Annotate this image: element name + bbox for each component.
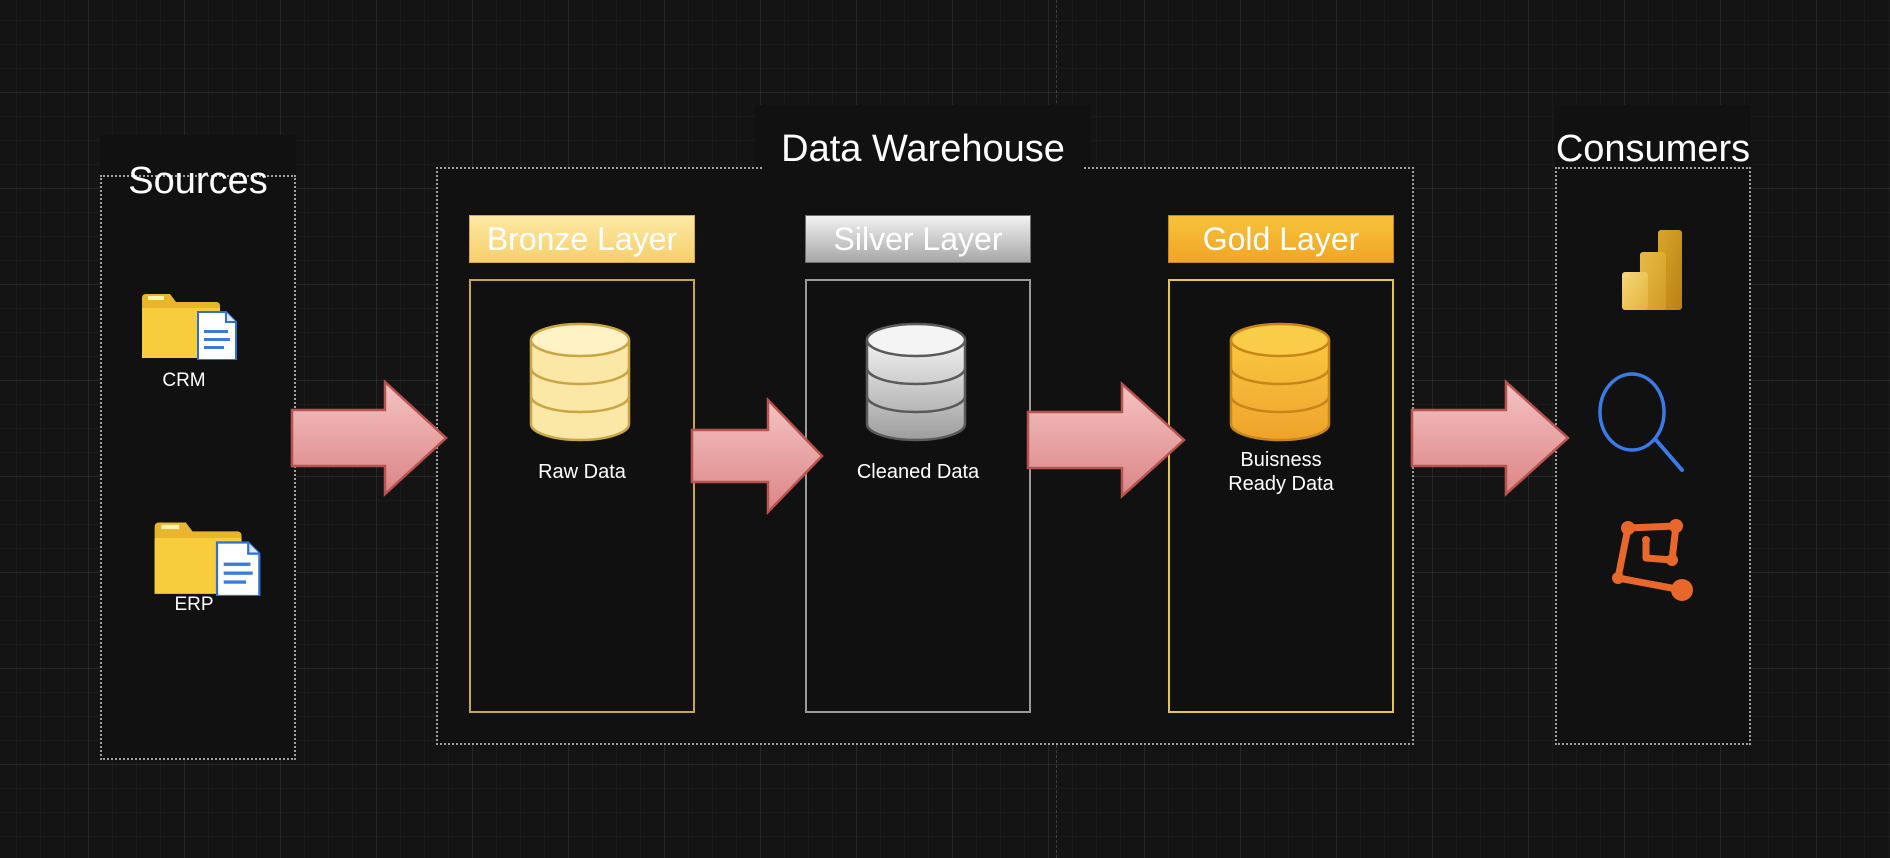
arrow-silver-to-gold — [1026, 381, 1186, 499]
silver-database-icon — [865, 322, 967, 447]
gold-layer-header: Gold Layer — [1168, 215, 1394, 263]
bronze-database-icon — [529, 322, 631, 447]
erp-label: ERP — [174, 594, 214, 615]
sources-title: Sources — [128, 160, 268, 202]
erp-folder-document-icon — [152, 518, 262, 601]
silver-layer-label: Cleaned Data — [856, 461, 980, 483]
gold-layer-label: Buisness Ready Data — [1228, 449, 1334, 495]
gold-database-icon — [1229, 322, 1331, 447]
silver-layer-header: Silver Layer — [805, 215, 1031, 263]
bar-chart-icon — [1620, 228, 1682, 317]
network-graph-icon — [1612, 518, 1696, 607]
bronze-layer-header: Bronze Layer — [469, 215, 695, 263]
crm-label: CRM — [162, 370, 206, 391]
arrow-sources-to-bronze — [290, 379, 448, 497]
crm-folder-document-icon — [140, 290, 238, 365]
bronze-layer-label: Raw Data — [538, 461, 626, 483]
arrow-bronze-to-silver — [690, 396, 824, 516]
consumers-title: Consumers — [1555, 128, 1751, 170]
search-icon — [1598, 372, 1684, 477]
warehouse-title: Data Warehouse — [781, 128, 1065, 170]
sources-border — [100, 175, 296, 760]
arrow-gold-to-consumers — [1410, 379, 1570, 497]
